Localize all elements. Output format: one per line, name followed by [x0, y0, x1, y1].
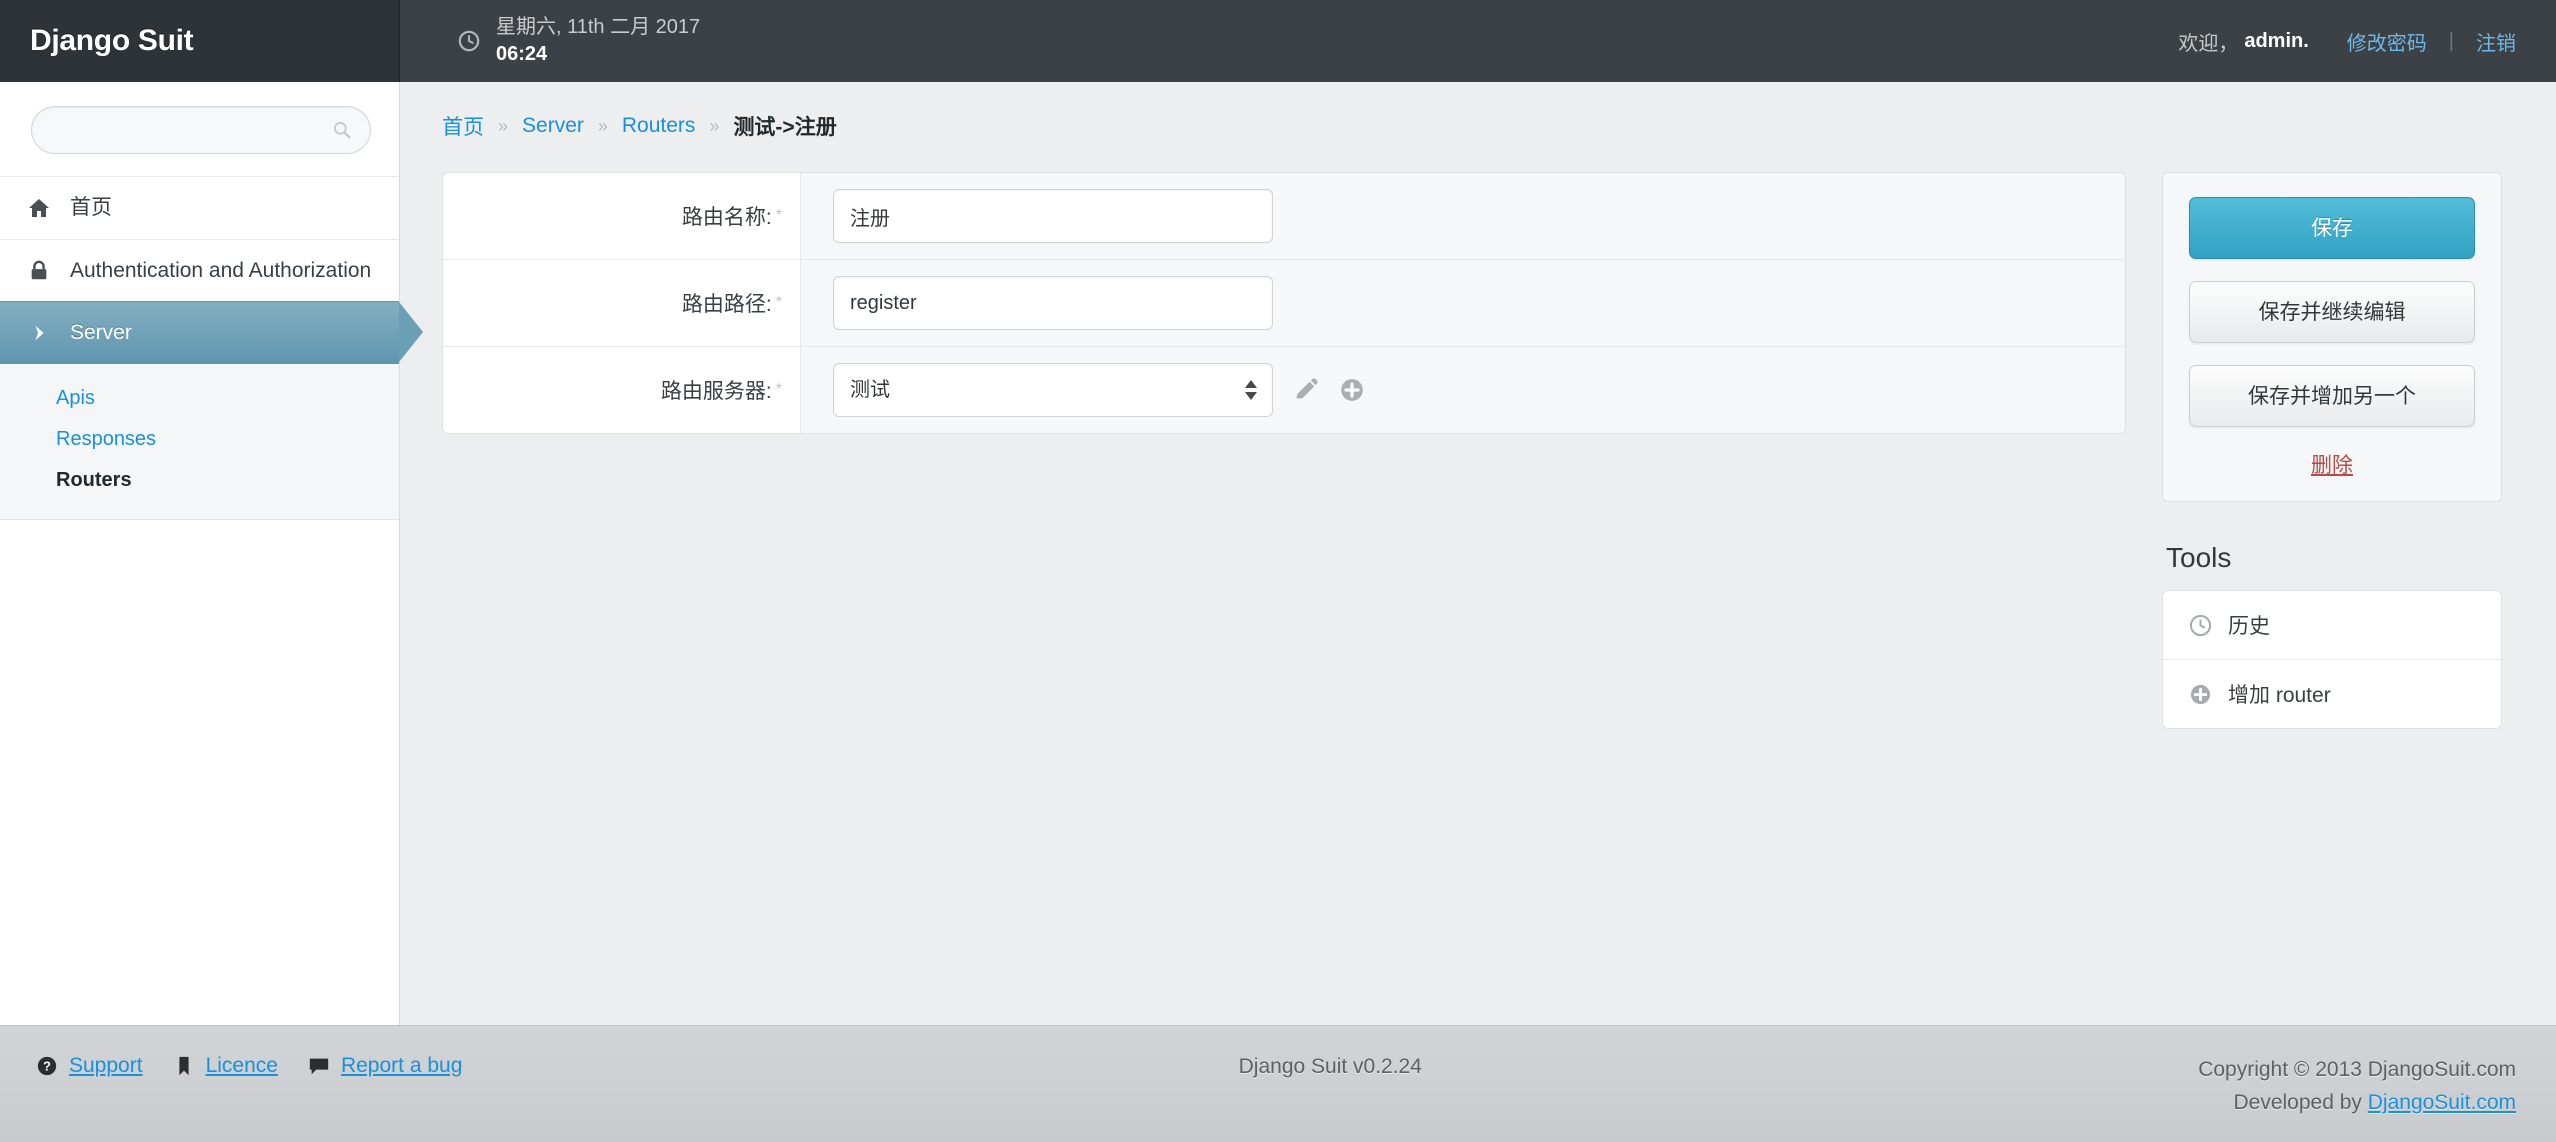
breadcrumb-separator: »: [709, 116, 719, 137]
question-circle-icon: ?: [36, 1055, 58, 1077]
required-marker: *: [776, 294, 782, 312]
plus-circle-icon: [2189, 683, 2212, 706]
licence-link[interactable]: Licence: [206, 1054, 278, 1078]
sidebar-item-authentication-and-authorization[interactable]: Authentication and Authorization: [0, 239, 399, 302]
form-field-cell: [801, 173, 2125, 259]
djangosuit-link[interactable]: DjangoSuit.com: [2368, 1091, 2516, 1114]
clock-icon: [458, 30, 480, 52]
footer-copyright-block: Copyright © 2013 DjangoSuit.com Develope…: [2198, 1054, 2516, 1119]
footer-developed-by: Developed by DjangoSuit.com: [2198, 1087, 2516, 1120]
header-time: 06:24: [496, 41, 700, 68]
sidebar-item-home[interactable]: 首页: [0, 176, 399, 239]
breadcrumb-item-home[interactable]: 首页: [442, 111, 484, 141]
header-user-area: 欢迎， admin. 修改密码 | 注销: [2178, 0, 2556, 82]
developed-by-prefix: Developed by: [2233, 1091, 2367, 1114]
header-spacer: [700, 0, 2178, 82]
content-row: 路由名称: * 路由路径: * 路由服务器: *: [400, 138, 2556, 729]
route-name-label: 路由名称:: [682, 201, 772, 231]
search-box[interactable]: [31, 106, 371, 154]
header-datetime: 星期六, 11th 二月 2017 06:24: [400, 0, 700, 82]
required-marker: *: [776, 207, 782, 225]
plus-circle-icon[interactable]: [1339, 377, 1365, 403]
delete-link-wrap: 删除: [2189, 449, 2475, 479]
route-path-label: 路由路径:: [682, 288, 772, 318]
route-path-input[interactable]: [833, 276, 1273, 330]
required-marker: *: [776, 381, 782, 399]
sidebar-item-label: 首页: [70, 194, 112, 222]
route-server-label: 路由服务器:: [661, 375, 772, 405]
tool-item-label: 历史: [2228, 610, 2270, 640]
breadcrumb: 首页 » Server » Routers » 测试->注册: [400, 82, 2556, 138]
username-label: admin.: [2244, 30, 2308, 53]
save-and-continue-button[interactable]: 保存并继续编辑: [2189, 281, 2475, 343]
breadcrumb-current: 测试->注册: [733, 111, 836, 141]
router-form-panel: 路由名称: * 路由路径: * 路由服务器: *: [442, 172, 2126, 434]
footer-link-report-bug-group: Report a bug: [308, 1054, 462, 1078]
page-footer: ? Support Licence Report a bug Django Su…: [0, 1025, 2556, 1142]
sidebar-sublist-server: Apis Responses Routers: [0, 364, 399, 520]
form-field-cell: [801, 260, 2125, 346]
search-icon: [332, 120, 352, 140]
sidebar-item-label: Authentication and Authorization: [70, 257, 371, 285]
clock-icon: [2189, 614, 2212, 637]
breadcrumb-item-routers[interactable]: Routers: [622, 114, 696, 138]
active-arrow-point: [399, 302, 423, 362]
sidebar-item-routers[interactable]: Routers: [0, 460, 399, 501]
app-logo: Django Suit: [30, 24, 193, 58]
bookmark-icon: [173, 1055, 195, 1077]
save-button[interactable]: 保存: [2189, 197, 2475, 259]
top-header: Django Suit 星期六, 11th 二月 2017 06:24 欢迎， …: [0, 0, 2556, 82]
logout-link[interactable]: 注销: [2476, 27, 2516, 56]
sidebar-item-label: Server: [70, 319, 132, 347]
sidebar-item-apis[interactable]: Apis: [0, 378, 399, 419]
form-label-cell: 路由路径: *: [443, 260, 801, 346]
right-column: 保存 保存并继续编辑 保存并增加另一个 删除 Tools 历史: [2162, 172, 2502, 729]
lock-icon: [26, 258, 52, 284]
route-server-select-wrap[interactable]: 测试: [833, 363, 1273, 417]
svg-text:?: ?: [43, 1059, 51, 1074]
welcome-text: 欢迎，: [2178, 27, 2238, 56]
breadcrumb-separator: »: [598, 116, 608, 137]
form-row-route-name: 路由名称: *: [443, 173, 2125, 260]
header-date: 星期六, 11th 二月 2017: [496, 14, 700, 41]
sidebar-search-wrap: [0, 82, 399, 176]
breadcrumb-item-server[interactable]: Server: [522, 114, 584, 138]
chevron-right-icon: [26, 320, 52, 346]
home-icon: [26, 195, 52, 221]
form-label-cell: 路由名称: *: [443, 173, 801, 259]
form-label-cell: 路由服务器: *: [443, 347, 801, 433]
tools-panel: 历史 增加 router: [2162, 590, 2502, 729]
route-server-select[interactable]: 测试: [833, 363, 1273, 417]
footer-version: Django Suit v0.2.24: [462, 1054, 2198, 1079]
change-password-link[interactable]: 修改密码: [2347, 27, 2427, 56]
sidebar: 首页 Authentication and Authorization Serv…: [0, 82, 400, 1025]
logo-block[interactable]: Django Suit: [0, 0, 400, 82]
route-name-input[interactable]: [833, 189, 1273, 243]
submit-actions-panel: 保存 保存并继续编辑 保存并增加另一个 删除: [2162, 172, 2502, 502]
breadcrumb-separator: »: [498, 116, 508, 137]
comment-icon: [308, 1055, 330, 1077]
form-field-cell: 测试: [801, 347, 2125, 433]
form-row-route-server: 路由服务器: * 测试: [443, 347, 2125, 433]
tool-item-label: 增加 router: [2228, 679, 2331, 709]
support-link[interactable]: Support: [69, 1054, 143, 1078]
footer-link-support-group: ? Support: [36, 1054, 143, 1078]
tool-item-history[interactable]: 历史: [2163, 591, 2501, 660]
sidebar-item-server[interactable]: Server: [0, 301, 399, 364]
sidebar-item-responses[interactable]: Responses: [0, 419, 399, 460]
main-content: 首页 » Server » Routers » 测试->注册 路由名称: * 路…: [400, 82, 2556, 1025]
delete-link[interactable]: 删除: [2311, 454, 2353, 477]
footer-link-licence-group: Licence: [173, 1054, 278, 1078]
footer-links: ? Support Licence Report a bug: [36, 1054, 462, 1078]
save-and-add-another-button[interactable]: 保存并增加另一个: [2189, 365, 2475, 427]
pencil-icon[interactable]: [1293, 377, 1319, 403]
tool-item-add-router[interactable]: 增加 router: [2163, 660, 2501, 728]
footer-copyright: Copyright © 2013 DjangoSuit.com: [2198, 1054, 2516, 1087]
tools-title: Tools: [2166, 542, 2502, 574]
header-separator: |: [2449, 30, 2454, 53]
report-bug-link[interactable]: Report a bug: [341, 1054, 462, 1078]
search-input[interactable]: [32, 107, 370, 153]
form-row-route-path: 路由路径: *: [443, 260, 2125, 347]
